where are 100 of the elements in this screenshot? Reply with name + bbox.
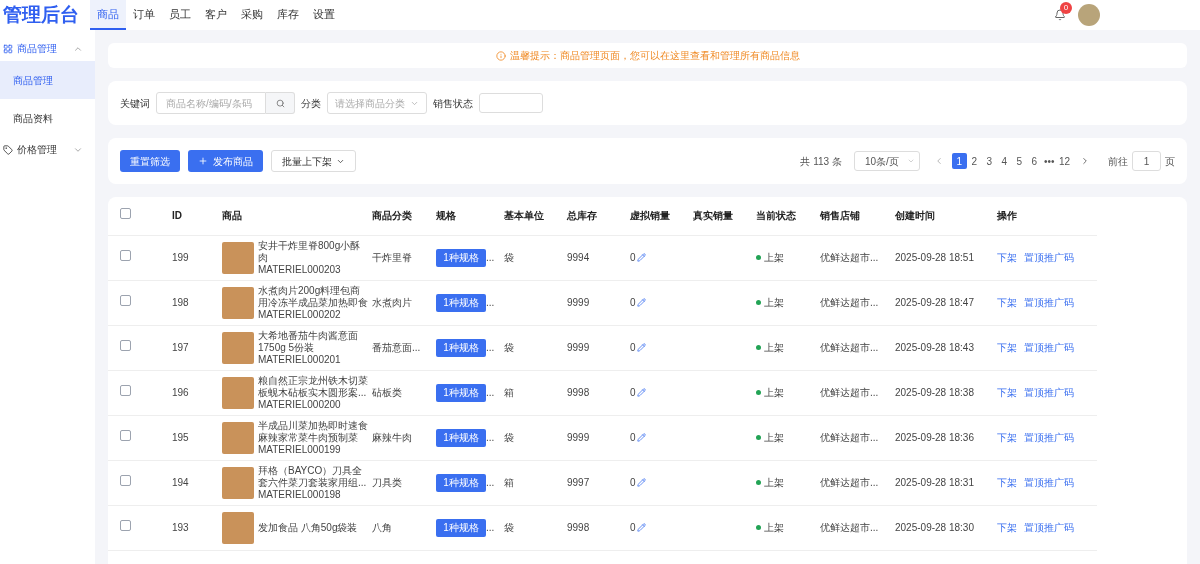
nav-tab[interactable]: 采购 xyxy=(234,0,270,30)
action-link[interactable]: 下架 xyxy=(997,520,1017,535)
sidebar-group[interactable]: 商品管理 xyxy=(0,36,95,61)
product-code: MATERIEL000201 xyxy=(258,353,342,366)
plus-icon xyxy=(198,156,208,166)
table-cell: 袋 xyxy=(504,522,514,533)
checkbox[interactable] xyxy=(120,250,131,261)
spec-button[interactable]: 1种规格 xyxy=(436,383,486,402)
spec-button[interactable]: 1种规格 xyxy=(436,248,486,267)
action-link[interactable]: 置顶推广码 xyxy=(1024,250,1074,265)
action-link[interactable]: 下架 xyxy=(997,475,1017,490)
avatar[interactable] xyxy=(1078,4,1100,26)
column-header: 总库存 xyxy=(567,210,597,222)
status-text: 上架 xyxy=(764,296,784,310)
table-cell-text: 0 xyxy=(630,341,636,355)
spec-button[interactable]: 1种规格 xyxy=(436,293,486,312)
edit-icon[interactable] xyxy=(636,298,646,307)
table-cell-text: 0 xyxy=(630,251,636,265)
notification-icon[interactable] xyxy=(1054,9,1066,21)
spec-more: ... xyxy=(486,521,495,535)
page-button[interactable]: 3 xyxy=(981,153,997,169)
action-link[interactable]: 下架 xyxy=(997,385,1017,400)
checkbox[interactable] xyxy=(120,340,131,351)
reset-filter-button[interactable]: 重置筛选 xyxy=(120,150,180,172)
action-link[interactable]: 置顶推广码 xyxy=(1024,385,1074,400)
product-name: 水煮肉片200g料理包商用冷冻半成品菜加热即食 xyxy=(258,284,369,309)
photo-placeholder xyxy=(222,421,254,454)
table-cell: 干炸里脊 xyxy=(372,252,412,263)
page-size-select[interactable]: 10条/页 xyxy=(853,151,920,171)
table-cell: 2025-09-28 18:31 xyxy=(895,477,974,488)
action-link[interactable]: 下架 xyxy=(997,250,1017,265)
product-name: 大希地番茄牛肉酱意面1750g 5份装 xyxy=(258,329,359,354)
photo-placeholder xyxy=(222,376,254,409)
column-header: 商品 xyxy=(222,210,242,222)
category-select[interactable]: 请选择商品分类 xyxy=(327,92,427,114)
edit-icon[interactable] xyxy=(636,388,646,397)
action-link[interactable]: 下架 xyxy=(997,295,1017,310)
status-select[interactable] xyxy=(479,93,543,113)
page-button[interactable]: 4 xyxy=(996,153,1012,169)
sidebar-item[interactable]: 商品资料 xyxy=(0,99,95,137)
batch-shelf-button[interactable]: 批量上下架 xyxy=(271,150,356,172)
action-link[interactable]: 置顶推广码 xyxy=(1024,475,1074,490)
status-text: 上架 xyxy=(764,521,784,535)
spec-button[interactable]: 1种规格 xyxy=(436,473,486,492)
spec-button[interactable]: 1种规格 xyxy=(436,428,486,447)
checkbox[interactable] xyxy=(120,475,131,486)
action-link[interactable]: 置顶推广码 xyxy=(1024,520,1074,535)
column-header: 虚拟销量 xyxy=(630,210,670,222)
table-cell: 193 xyxy=(172,522,189,533)
page-button[interactable]: 5 xyxy=(1011,153,1027,169)
status-text: 上架 xyxy=(764,476,784,490)
page-button[interactable]: ••• xyxy=(1041,153,1057,169)
table-cell-text: 0 xyxy=(630,431,636,445)
spec-button[interactable]: 1种规格 xyxy=(436,338,486,357)
page-button[interactable]: 12 xyxy=(1056,153,1072,169)
nav-tab[interactable]: 订单 xyxy=(126,0,162,30)
sidebar-item[interactable]: 商品管理 xyxy=(0,61,95,99)
product-code: MATERIEL000198 xyxy=(258,488,342,501)
spec-more: ... xyxy=(486,341,495,355)
table-cell: 优鲜达超市... xyxy=(820,297,879,308)
next-page-icon[interactable] xyxy=(1080,156,1090,166)
goto-page-input[interactable]: 1 xyxy=(1132,151,1161,171)
action-link[interactable]: 下架 xyxy=(997,340,1017,355)
product-code: MATERIEL000203 xyxy=(258,263,342,276)
table-cell: 优鲜达超市... xyxy=(820,342,879,353)
action-link[interactable]: 下架 xyxy=(997,430,1017,445)
table-cell: 优鲜达超市... xyxy=(820,387,879,398)
action-link[interactable]: 置顶推广码 xyxy=(1024,340,1074,355)
product-name: 安井干炸里脊800g小酥肉 xyxy=(258,239,362,264)
publish-product-button[interactable]: 发布商品 xyxy=(188,150,263,172)
checkbox[interactable] xyxy=(120,385,131,396)
checkbox[interactable] xyxy=(120,295,131,306)
search-button[interactable] xyxy=(266,92,295,114)
spec-button[interactable]: 1种规格 xyxy=(436,518,486,537)
page-button[interactable]: 2 xyxy=(966,153,982,169)
nav-tab[interactable]: 商品 xyxy=(90,0,126,30)
action-link[interactable]: 置顶推广码 xyxy=(1024,295,1074,310)
nav-tab[interactable]: 客户 xyxy=(198,0,234,30)
edit-icon[interactable] xyxy=(636,433,646,442)
checkbox[interactable] xyxy=(120,430,131,441)
page-button[interactable]: 6 xyxy=(1026,153,1042,169)
sidebar-group[interactable]: 价格管理 xyxy=(0,137,95,162)
edit-icon[interactable] xyxy=(636,343,646,352)
status-text: 上架 xyxy=(764,251,784,265)
edit-icon[interactable] xyxy=(636,253,646,262)
column-header: 销售店铺 xyxy=(820,210,860,222)
table-cell: 9998 xyxy=(567,522,590,533)
nav-tab[interactable]: 员工 xyxy=(162,0,198,30)
checkbox[interactable] xyxy=(120,520,131,531)
nav-tab[interactable]: 设置 xyxy=(306,0,342,30)
keyword-input[interactable]: 商品名称/编码/条码 xyxy=(156,92,266,114)
nav-tab[interactable]: 库存 xyxy=(270,0,306,30)
edit-icon[interactable] xyxy=(636,523,646,532)
edit-icon[interactable] xyxy=(636,478,646,487)
checkbox[interactable] xyxy=(120,208,131,220)
page-button[interactable]: 1 xyxy=(951,153,967,169)
photo-placeholder xyxy=(222,466,254,499)
table-cell: 番茄意面... xyxy=(372,342,421,353)
table-cell: 2025-09-28 18:43 xyxy=(895,342,974,353)
action-link[interactable]: 置顶推广码 xyxy=(1024,430,1074,445)
